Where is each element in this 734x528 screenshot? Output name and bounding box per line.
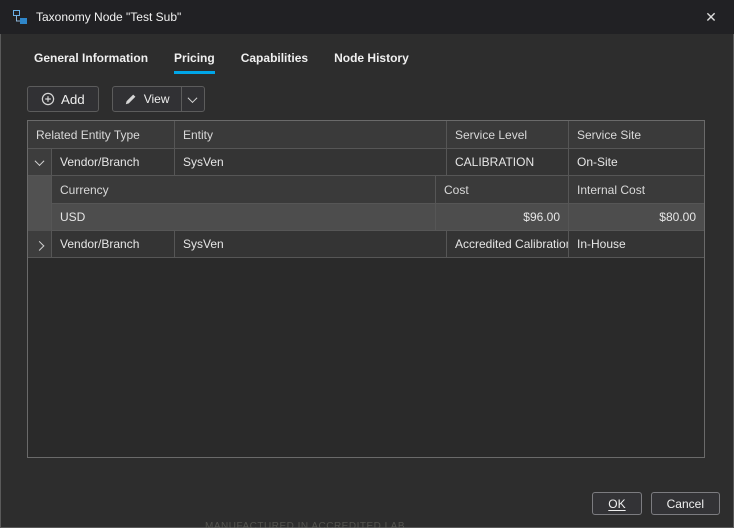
expand-row-button[interactable] [28, 231, 52, 257]
pricing-grid: Related Entity Type Entity Service Level… [27, 120, 705, 458]
column-header-cost[interactable]: Cost [436, 176, 569, 203]
window-title: Taxonomy Node "Test Sub" [36, 10, 181, 24]
view-split-button: View [112, 86, 205, 112]
tab-capabilities[interactable]: Capabilities [241, 51, 308, 74]
cell-service-level: CALIBRATION [447, 149, 569, 175]
table-row-expanded[interactable]: Vendor/Branch SysVen CALIBRATION On-Site [28, 149, 704, 176]
column-header-internal-cost[interactable]: Internal Cost [569, 176, 704, 203]
add-button[interactable]: Add [27, 86, 99, 112]
table-row-selected[interactable]: USD $96.00 $80.00 [52, 204, 704, 231]
view-button-label: View [144, 92, 170, 106]
column-header-service-level[interactable]: Service Level [447, 121, 569, 148]
cell-entity: SysVen [175, 149, 447, 175]
tab-bar: General Information Pricing Capabilities… [34, 51, 734, 74]
cell-entity: SysVen [175, 231, 447, 257]
add-circle-plus-icon [41, 92, 55, 106]
cell-service-site: On-Site [569, 149, 704, 175]
view-dropdown-button[interactable] [182, 87, 204, 111]
cell-currency: USD [52, 204, 436, 230]
chevron-right-icon [35, 240, 45, 250]
cell-internal-cost: $80.00 [569, 204, 704, 230]
cancel-button-label: Cancel [667, 497, 704, 511]
column-header-related-entity-type[interactable]: Related Entity Type [28, 128, 148, 142]
chevron-down-icon [188, 93, 198, 103]
ok-button-label: OK [608, 497, 625, 511]
tab-general-information[interactable]: General Information [34, 51, 148, 74]
cell-service-site: In-House [569, 231, 704, 257]
sub-grid-header-row: Currency Cost Internal Cost [52, 176, 704, 204]
cancel-button[interactable]: Cancel [651, 492, 720, 515]
cell-related-entity-type: Vendor/Branch [52, 155, 147, 169]
column-header-entity[interactable]: Entity [175, 121, 447, 148]
column-header-currency[interactable]: Currency [52, 176, 436, 203]
taxonomy-node-icon [12, 9, 28, 25]
column-header-service-site[interactable]: Service Site [569, 121, 704, 148]
chevron-down-icon [35, 156, 45, 166]
grid-empty-area [28, 258, 704, 457]
cell-related-entity-type: Vendor/Branch [52, 237, 147, 251]
row-indent-gutter [28, 176, 52, 231]
background-clipped-text: MANUFACTURED IN ACCREDITED LAB [205, 521, 405, 528]
dialog-taxonomy-node: { "window": { "title": "Taxonomy Node \"… [0, 0, 734, 528]
tab-pricing[interactable]: Pricing [174, 51, 215, 74]
view-button[interactable]: View [113, 87, 181, 111]
tab-node-history[interactable]: Node History [334, 51, 409, 74]
dialog-footer: OK Cancel [592, 492, 720, 515]
collapse-row-button[interactable] [28, 149, 52, 175]
pencil-icon [124, 93, 137, 106]
add-button-label: Add [61, 92, 85, 107]
grid-header-row: Related Entity Type Entity Service Level… [28, 121, 704, 149]
cell-service-level: Accredited Calibration [447, 231, 569, 257]
cell-cost: $96.00 [436, 204, 569, 230]
titlebar: Taxonomy Node "Test Sub" ✕ [0, 0, 734, 34]
close-icon[interactable]: ✕ [700, 6, 722, 28]
toolbar: Add View [27, 86, 734, 112]
table-row-collapsed[interactable]: Vendor/Branch SysVen Accredited Calibrat… [28, 231, 704, 258]
nested-pricing-detail: Currency Cost Internal Cost USD $96.00 $… [28, 176, 704, 231]
ok-button[interactable]: OK [592, 492, 641, 515]
